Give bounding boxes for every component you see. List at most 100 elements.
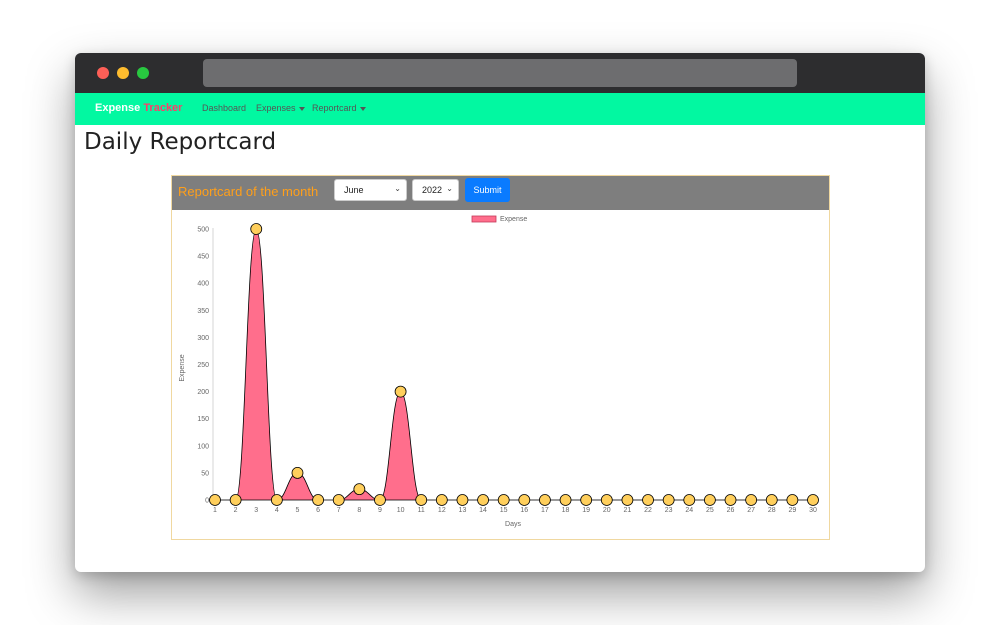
x-tick-label: 12: [438, 507, 446, 514]
x-tick-label: 4: [275, 507, 279, 514]
y-tick-label: 250: [197, 362, 209, 369]
chart-legend: Expense: [471, 215, 527, 223]
brand-part1: Expense: [95, 102, 141, 114]
x-tick-label: 6: [316, 507, 320, 514]
y-tick-label: 400: [197, 281, 209, 288]
chevron-down-icon: ⌄: [446, 184, 453, 193]
data-point[interactable]: [250, 223, 263, 235]
data-point[interactable]: [703, 494, 716, 506]
x-tick-label: 14: [479, 507, 487, 514]
x-tick-label: 27: [747, 507, 755, 514]
data-point[interactable]: [312, 494, 325, 506]
data-point[interactable]: [621, 494, 634, 506]
x-tick-label: 9: [378, 507, 382, 514]
browser-titlebar: [75, 53, 925, 93]
reportcard-header: Reportcard of the month June ⌄ 2022 ⌄ Su…: [172, 176, 829, 210]
y-tick-label: 100: [197, 443, 209, 450]
x-tick-label: 25: [706, 507, 714, 514]
data-point[interactable]: [745, 494, 758, 506]
caret-down-icon: [298, 106, 305, 111]
x-tick-label: 24: [685, 507, 693, 514]
data-point[interactable]: [724, 494, 737, 506]
x-tick-label: 10: [397, 507, 405, 514]
y-tick-label: 350: [197, 308, 209, 315]
data-point[interactable]: [229, 494, 242, 506]
data-point[interactable]: [209, 494, 221, 506]
data-point[interactable]: [374, 494, 386, 506]
data-point[interactable]: [353, 483, 366, 496]
navbar: Expense Tracker Dashboard Expenses Repor…: [75, 93, 925, 125]
brand-part2: Tracker: [143, 102, 183, 114]
data-point[interactable]: [559, 494, 572, 506]
data-point[interactable]: [456, 494, 469, 506]
nav-expenses-dropdown[interactable]: Expenses: [256, 103, 305, 113]
data-point[interactable]: [642, 494, 654, 506]
year-select[interactable]: 2022 ⌄: [412, 179, 459, 201]
x-tick-label: 15: [500, 507, 508, 514]
month-select[interactable]: June ⌄: [334, 179, 407, 201]
reportcard-title: Reportcard of the month: [178, 184, 319, 199]
expense-chart: Expense 0 50 100 150 200 250 300 350 400 450 500 1…: [179, 215, 819, 528]
address-bar[interactable]: [203, 59, 797, 87]
data-point[interactable]: [765, 494, 778, 506]
x-tick-label: 21: [624, 507, 632, 514]
data-point[interactable]: [683, 494, 696, 506]
y-tick-label: 300: [197, 335, 209, 342]
x-tick-label: 28: [768, 507, 776, 514]
data-point[interactable]: [291, 466, 304, 479]
minimize-window-icon[interactable]: [117, 67, 129, 79]
data-point[interactable]: [807, 494, 819, 506]
chevron-down-icon: ⌄: [394, 184, 401, 193]
x-tick-label: 16: [520, 507, 528, 514]
y-tick-label: 450: [197, 254, 209, 261]
x-tick-label: 26: [727, 507, 735, 514]
x-tick-label: 3: [254, 507, 258, 514]
x-tick-label: 30: [809, 507, 817, 514]
month-select-value: June: [344, 185, 364, 195]
data-point[interactable]: [477, 494, 489, 506]
submit-button[interactable]: Submit: [465, 178, 510, 202]
nav-expenses-label: Expenses: [256, 103, 296, 113]
x-tick-label: 23: [665, 507, 673, 514]
data-point[interactable]: [332, 494, 345, 506]
x-tick-label: 18: [562, 507, 570, 514]
caret-down-icon: [359, 106, 366, 111]
data-point[interactable]: [394, 385, 407, 398]
expense-area: [215, 228, 813, 501]
data-point[interactable]: [600, 494, 613, 506]
reportcard-panel: Reportcard of the month June ⌄ 2022 ⌄ Su…: [171, 175, 830, 540]
nav-reportcard-label: Reportcard: [312, 103, 357, 113]
data-point[interactable]: [580, 494, 593, 506]
x-tick-label: 2: [234, 507, 238, 514]
x-tick-label: 13: [459, 507, 467, 514]
y-axis-title: Expense: [179, 354, 186, 381]
y-tick-label: 50: [201, 470, 209, 477]
y-tick-label: 0: [205, 498, 209, 505]
data-point[interactable]: [270, 494, 283, 506]
nav-reportcard-dropdown[interactable]: Reportcard: [312, 103, 366, 113]
data-point[interactable]: [415, 494, 428, 506]
x-tick-label: 7: [337, 507, 341, 514]
data-point[interactable]: [539, 494, 551, 506]
data-point[interactable]: [662, 494, 675, 506]
data-point[interactable]: [497, 494, 510, 506]
nav-dashboard[interactable]: Dashboard: [202, 103, 246, 113]
year-select-value: 2022: [422, 185, 443, 195]
close-window-icon[interactable]: [97, 67, 109, 79]
page-title: Daily Reportcard: [84, 129, 277, 155]
y-tick-label: 500: [197, 227, 209, 234]
x-tick-label: 19: [582, 507, 590, 514]
brand-logo[interactable]: Expense Tracker: [95, 102, 182, 114]
data-point[interactable]: [435, 494, 448, 506]
maximize-window-icon[interactable]: [137, 67, 149, 79]
x-tick-label: 5: [296, 507, 300, 514]
legend-swatch: [471, 215, 497, 223]
x-tick-label: 1: [213, 507, 217, 514]
browser-window: Expense Tracker Dashboard Expenses Repor…: [75, 53, 925, 572]
legend-label: Expense: [500, 216, 527, 223]
x-tick-label: 29: [788, 507, 796, 514]
data-point[interactable]: [518, 494, 531, 506]
y-tick-label: 150: [197, 416, 209, 423]
data-point[interactable]: [786, 494, 799, 506]
x-tick-label: 11: [418, 507, 425, 514]
